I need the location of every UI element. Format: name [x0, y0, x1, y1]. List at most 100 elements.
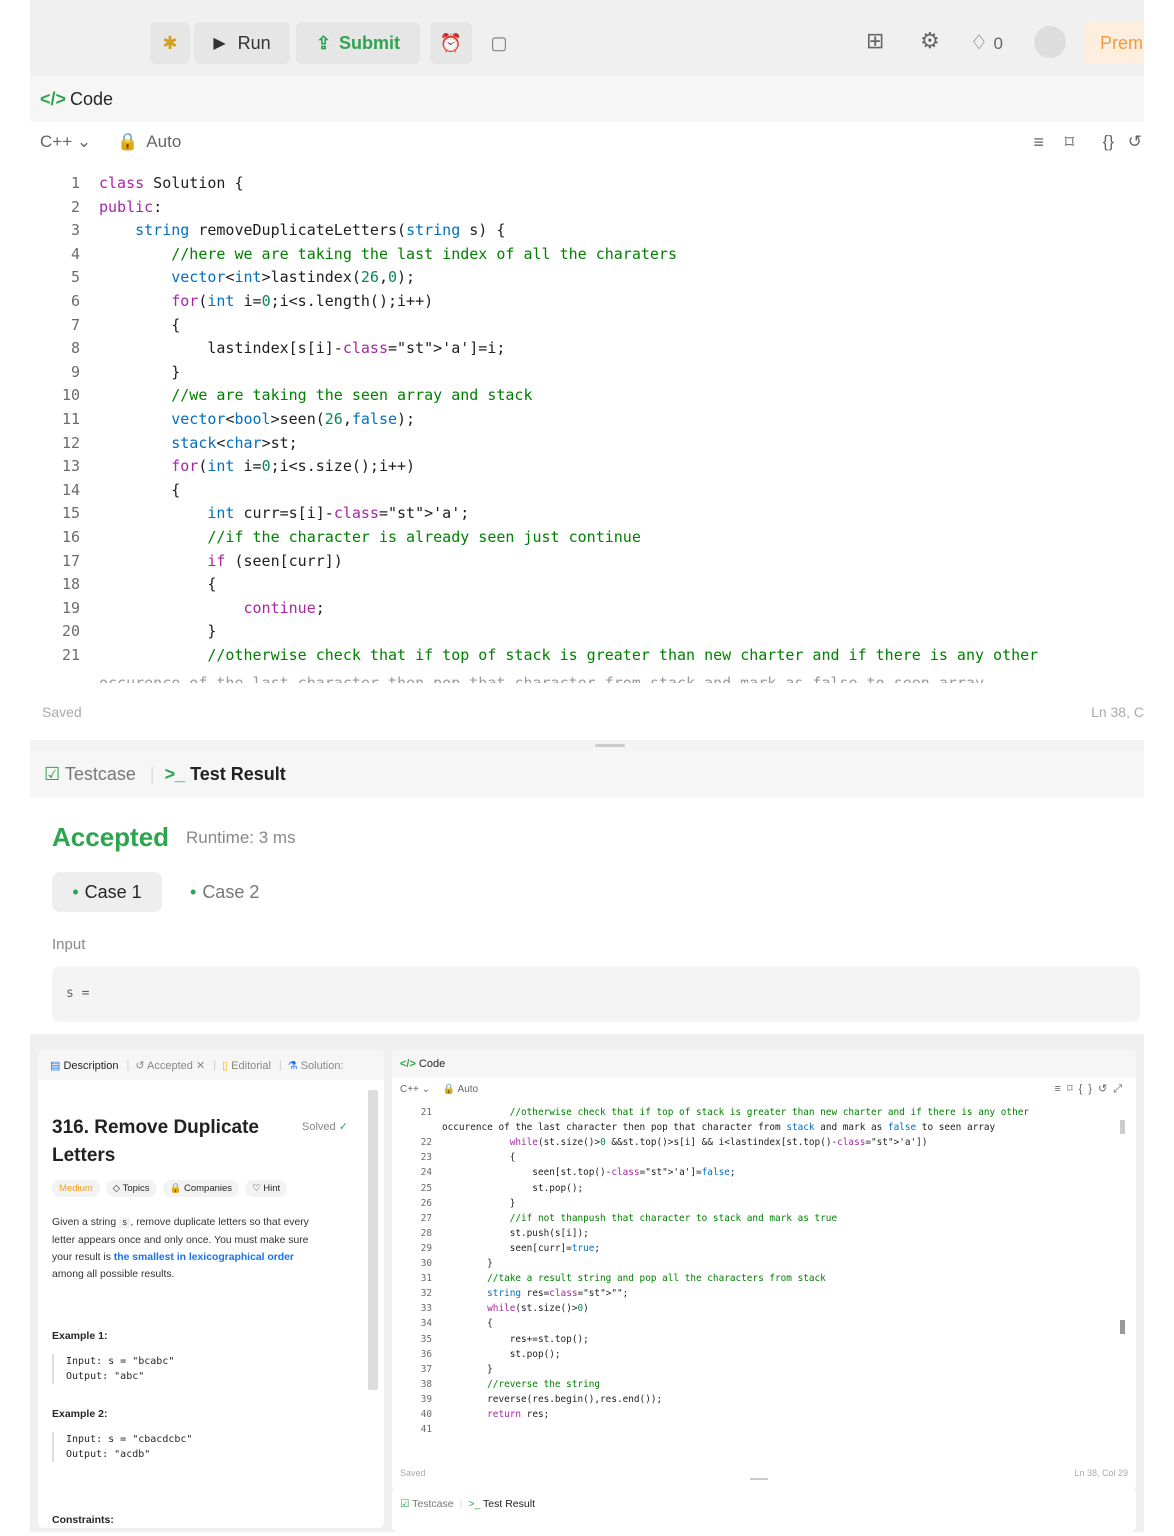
code-text: //otherwise check that if top of stack i… — [509, 1107, 1030, 1118]
tab-test-result[interactable]: >_ Test Result — [468, 1498, 535, 1510]
code-text: st.pop(); — [442, 1348, 561, 1360]
editor-options-row: C++ ⌄ 🔒 Auto ≡ ⌑ {} ↺ — [30, 122, 1144, 162]
note-icon: ▢ — [490, 32, 508, 53]
format-icon[interactable]: ≡ — [1055, 1083, 1067, 1095]
tab-accepted[interactable]: ↺ Accepted ✕ — [135, 1059, 205, 1072]
language-label: C++ — [400, 1084, 419, 1095]
example-2-title: Example 2: — [52, 1408, 108, 1420]
submit-button[interactable]: ⇪ Submit — [296, 22, 420, 64]
bottom-screenshot: ▤ Description | ↺ Accepted ✕ | ▯ Editori… — [30, 1034, 1144, 1532]
fire-streak[interactable]: ♢ 0 — [970, 30, 1003, 55]
hint-label: Hint — [263, 1183, 281, 1194]
code-line: 8 lastindex[s[i]-class="st">'a']=i; — [30, 337, 1144, 361]
code-editor[interactable]: 1 class Solution {2 public: 3 string remove… — [30, 172, 1144, 692]
submit-label: Submit — [339, 32, 401, 53]
line-number: 25 — [420, 1182, 432, 1194]
layout-grid-icon[interactable]: ⊞ — [866, 28, 884, 54]
tab-test-result[interactable]: >_ Test Result — [165, 764, 286, 785]
code-editor-2[interactable]: 21 //otherwise check that if top of stac… — [392, 1105, 1136, 1445]
resize-handle[interactable] — [750, 1478, 768, 1480]
scrollbar-thumb[interactable] — [1120, 1320, 1125, 1334]
lock-icon: 🔒 — [117, 132, 139, 151]
tab-testcase[interactable]: ☑ Testcase — [400, 1498, 454, 1510]
mode-label[interactable]: Auto — [458, 1084, 479, 1095]
example-1-block: Input: s = "bcabc" Output: "abc" — [52, 1354, 174, 1384]
code-text: stack<char>st; — [171, 433, 298, 452]
code2-line: 37 } — [392, 1362, 1136, 1377]
braces-icon[interactable]: {} — [1079, 1083, 1098, 1095]
description-panel: ▤ Description | ↺ Accepted ✕ | ▯ Editori… — [38, 1050, 384, 1528]
tag-icon: ◇ — [112, 1183, 121, 1194]
resize-handle[interactable] — [595, 744, 625, 747]
line-number: 6 — [70, 292, 80, 310]
topics-tag[interactable]: ◇ Topics — [105, 1180, 157, 1197]
fire-icon: ♢ — [970, 32, 988, 54]
line-number: 14 — [61, 480, 80, 499]
bookmark-icon[interactable]: ⌑ — [1065, 132, 1074, 153]
language-select[interactable]: C++ ⌄ — [40, 132, 91, 152]
desc-text: letter appears once and only once. You m… — [52, 1235, 309, 1246]
case-2-tab[interactable]: • Case 2 — [190, 882, 259, 903]
notes-button[interactable]: ▢ — [478, 22, 520, 64]
code-icon: </> — [400, 1058, 416, 1070]
code-text: //if the character is already seen just … — [207, 528, 641, 546]
line-number: 8 — [70, 339, 80, 358]
code2-line: 41 — [392, 1422, 1136, 1437]
mode-label[interactable]: Auto — [146, 132, 181, 152]
tab-description[interactable]: ▤ Description — [50, 1059, 119, 1072]
line-number: 41 — [420, 1424, 432, 1436]
code-text: { — [99, 575, 217, 594]
debug-button[interactable]: ✱ — [150, 22, 190, 64]
example-1-input: Input: s = "bcabc" — [66, 1356, 175, 1367]
tab-test-result-label: Test Result — [190, 763, 286, 784]
desc-link[interactable]: the smallest in lexicographical order — [114, 1252, 294, 1263]
line-number: 17 — [61, 551, 80, 570]
top-screenshot: ✱ ▶ Run ⇪ Submit ⏰ ▢ ⊞ ⚙ ♢ 0 Prem </> Co… — [30, 0, 1144, 1022]
description-scrollbar[interactable] — [368, 1090, 378, 1390]
premium-label: Prem — [1100, 32, 1144, 53]
tab-solutions[interactable]: ⚗ Solution: — [288, 1059, 344, 1072]
code2-line: 27 //if not thanpush that character to s… — [392, 1211, 1136, 1226]
reset-icon[interactable]: ↺ — [1098, 1083, 1113, 1095]
line-number: 38 — [420, 1378, 432, 1390]
expand-icon[interactable]: ⤢ — [1113, 1083, 1128, 1095]
line-number: 32 — [420, 1288, 432, 1300]
avatar[interactable] — [1034, 26, 1066, 58]
companies-tag[interactable]: 🔒 Companies — [162, 1180, 240, 1197]
code2-line: 24 seen[st.top()-class="st">'a']=false; — [392, 1165, 1136, 1180]
tab-editorial[interactable]: ▯ Editorial — [222, 1059, 271, 1072]
desc-text: , remove duplicate letters so that every — [130, 1217, 309, 1228]
language-select[interactable]: C++ ⌄ — [400, 1084, 430, 1095]
tab-solutions-label: Solution: — [300, 1059, 344, 1072]
run-button[interactable]: ▶ Run — [194, 22, 290, 64]
premium-button[interactable]: Prem — [1084, 22, 1144, 64]
example-2-output: Output: "acdb" — [66, 1449, 151, 1460]
lightbulb-icon: ♡ — [252, 1183, 261, 1194]
timer-button[interactable]: ⏰ — [430, 22, 472, 64]
code-text: } — [99, 362, 181, 381]
braces-icon[interactable]: {} — [1103, 132, 1114, 152]
gear-icon[interactable]: ⚙ — [920, 28, 940, 54]
reset-icon[interactable]: ↺ — [1128, 132, 1142, 152]
line-number: 16 — [61, 528, 80, 546]
hint-tag[interactable]: ♡ Hint — [245, 1180, 288, 1197]
saved-status: Saved — [400, 1468, 426, 1478]
tab-divider: | — [126, 1059, 130, 1071]
format-icon[interactable]: ≡ — [1033, 132, 1044, 153]
close-icon[interactable]: ✕ — [196, 1060, 205, 1072]
editor-actions: ≡⌑{}↺⤢ — [1055, 1082, 1128, 1096]
case-1-tab[interactable]: • Case 1 — [52, 872, 162, 912]
input-var: s = — [66, 986, 90, 1001]
code-line: 3 string removeDuplicateLetters(string s… — [30, 219, 1144, 243]
line-number: 23 — [420, 1152, 432, 1164]
line-number: 9 — [70, 362, 80, 381]
bookmark-icon[interactable]: ⌑ — [1067, 1083, 1079, 1095]
code2-line: 21 //otherwise check that if top of stac… — [392, 1105, 1136, 1120]
code-text: //otherwise check that if top of stack i… — [207, 646, 1039, 664]
code2-line: 29 seen[curr]=true; — [392, 1241, 1136, 1256]
saved-status: Saved — [42, 704, 82, 720]
chevron-down-icon: ⌄ — [76, 132, 92, 151]
tab-testcase[interactable]: ☑ Testcase — [44, 764, 136, 785]
tab-divider: | — [459, 1498, 463, 1510]
fire-count: 0 — [993, 34, 1003, 53]
